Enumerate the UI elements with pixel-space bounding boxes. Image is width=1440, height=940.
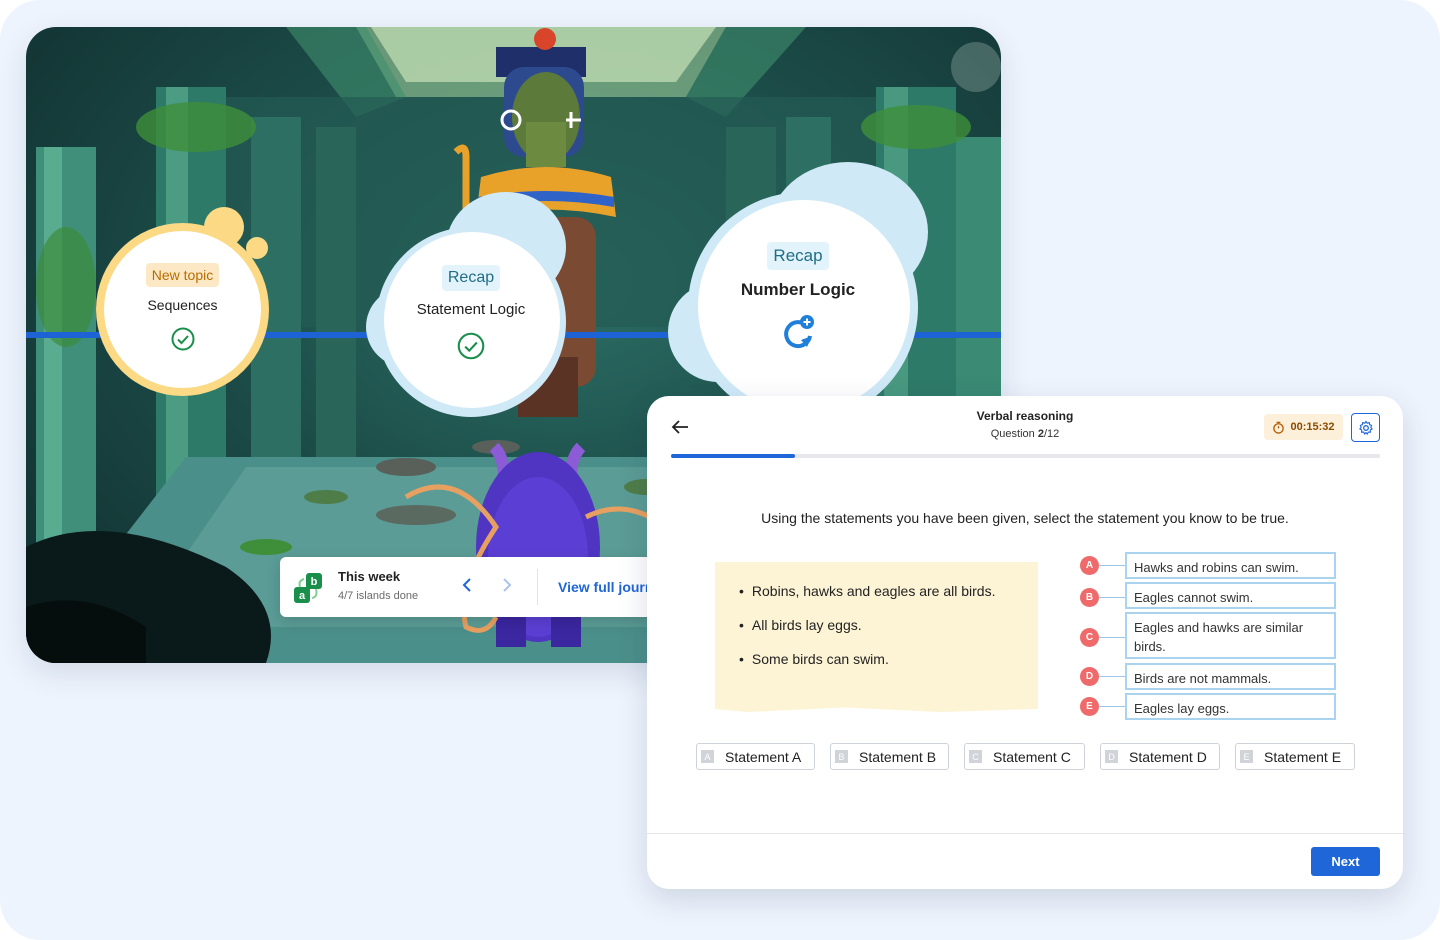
next-button[interactable]: Next: [1311, 847, 1380, 876]
check-circle-icon: [171, 327, 194, 351]
answer-letter: A: [701, 750, 714, 763]
option-letter-badge: D: [1080, 667, 1099, 686]
statements-note: Robins, hawks and eagles are all birds. …: [715, 562, 1038, 712]
answer-label: Statement C: [993, 748, 1071, 765]
option-letter-badge: B: [1080, 588, 1099, 607]
option-box: Hawks and robins can swim.: [1125, 552, 1336, 579]
node-tag: New topic: [145, 263, 220, 287]
refresh-plus-icon: [784, 315, 814, 349]
journey-node-statement-logic[interactable]: Recap Statement Logic: [366, 187, 576, 417]
answer-label: Statement B: [859, 748, 937, 765]
ab-blocks-icon-letter-a: a: [299, 590, 306, 602]
ab-blocks-icon: b a: [294, 573, 322, 603]
option-box: Eagles cannot swim.: [1125, 582, 1336, 609]
week-subtitle: 4/7 islands done: [338, 590, 419, 602]
connector-line: [1099, 565, 1125, 566]
footer-divider: [647, 833, 1403, 834]
journey-node-number-logic[interactable]: Recap Number Logic: [668, 162, 928, 422]
node-title: Statement Logic: [416, 300, 526, 318]
answer-letter: E: [1240, 750, 1253, 763]
check-circle-icon: [457, 332, 485, 359]
statement-item: Robins, hawks and eagles are all birds.: [739, 583, 996, 599]
timer-badge: 00:15:32: [1264, 414, 1343, 440]
node-tag: Recap: [767, 242, 829, 270]
statement-item: Some birds can swim.: [739, 651, 995, 667]
answer-letter: C: [969, 750, 982, 763]
statement-item: All birds lay eggs.: [739, 617, 995, 633]
answer-statement-c[interactable]: C Statement C: [964, 743, 1085, 770]
answer-statement-e[interactable]: E Statement E: [1235, 743, 1355, 770]
answer-statement-a[interactable]: A Statement A: [696, 743, 815, 770]
stopwatch-icon: [1273, 421, 1285, 434]
question-label: Question: [990, 428, 1038, 440]
answer-label: Statement E: [1264, 748, 1342, 765]
node-tag: Recap: [441, 264, 501, 291]
chevron-right-icon[interactable]: [500, 575, 514, 595]
ab-blocks-icon-letter-b: b: [311, 576, 318, 588]
quiz-progress-bar: [671, 454, 1380, 458]
node-title: Number Logic: [740, 280, 856, 299]
this-week-card: b a This week 4/7 islands done View full…: [280, 557, 670, 617]
question-prompt: Using the statements you have been given…: [761, 510, 1289, 526]
option-letter-badge: A: [1080, 556, 1099, 575]
connector-line: [1099, 637, 1125, 638]
week-title: This week: [338, 569, 401, 584]
option-box: Eagles lay eggs.: [1125, 693, 1336, 720]
gear-icon: [1358, 420, 1373, 435]
connector-line: [1099, 706, 1125, 707]
settings-button[interactable]: [1351, 413, 1380, 442]
chevron-left-icon[interactable]: [460, 575, 474, 595]
option-box: Birds are not mammals.: [1125, 663, 1336, 690]
answer-statement-d[interactable]: D Statement D: [1100, 743, 1220, 770]
answer-label: Statement A: [725, 748, 802, 765]
question-total: /12: [1043, 428, 1060, 440]
answer-label: Statement D: [1129, 748, 1207, 765]
option-box: Eagles and hawks are similar birds.: [1125, 612, 1336, 659]
week-divider: [537, 569, 538, 605]
quiz-progress-fill: [671, 454, 796, 458]
timer-value: 00:15:32: [1290, 421, 1335, 433]
connector-line: [1099, 597, 1125, 598]
node-title: Sequences: [147, 297, 218, 313]
connector-line: [1099, 676, 1125, 677]
quiz-panel: Verbal reasoning Question 2/12 00:15:32 …: [647, 396, 1403, 889]
journey-node-sequences[interactable]: New topic Sequences: [96, 207, 269, 397]
answer-letter: B: [835, 750, 848, 763]
option-letter-badge: E: [1080, 697, 1099, 716]
option-letter-badge: C: [1080, 628, 1099, 647]
answer-letter: D: [1105, 750, 1118, 763]
answer-statement-b[interactable]: B Statement B: [830, 743, 949, 770]
